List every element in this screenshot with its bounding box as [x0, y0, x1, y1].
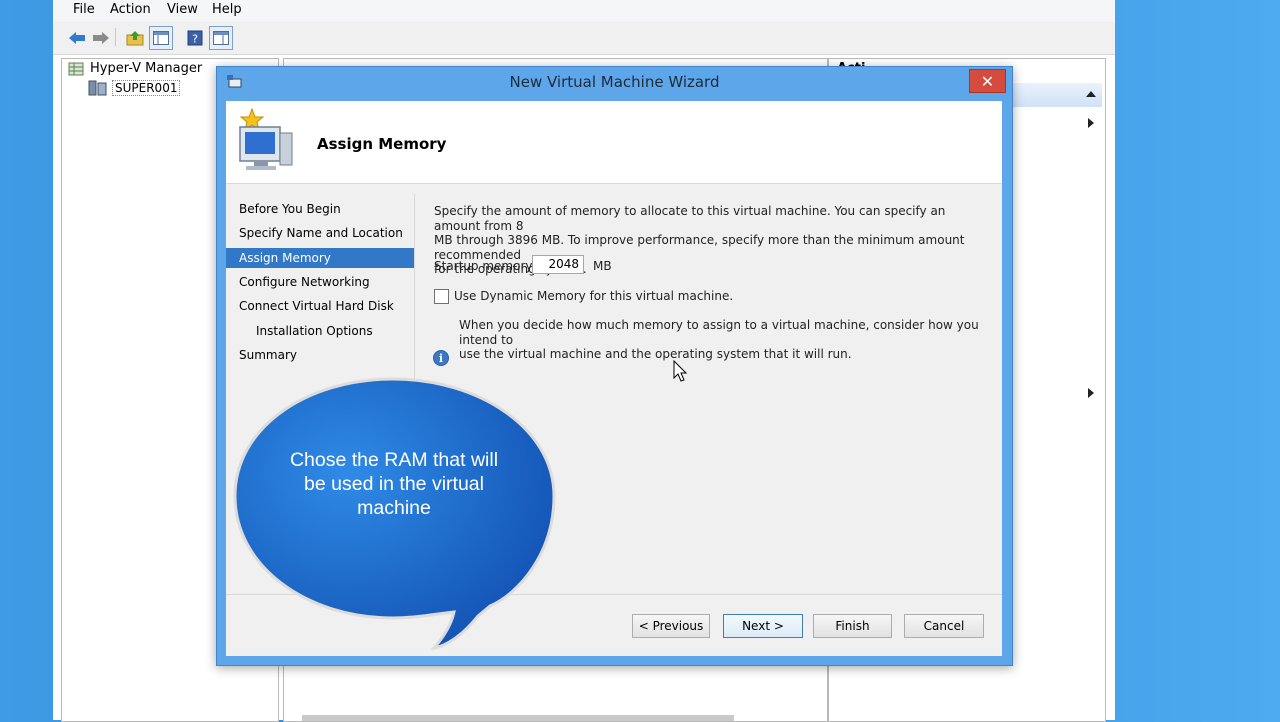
- step-connect-virtual-hard-disk[interactable]: Connect Virtual Hard Disk: [226, 296, 414, 316]
- help-button[interactable]: ?: [183, 26, 207, 50]
- startup-memory-label: Startup memory:: [434, 259, 536, 273]
- tree-server-item[interactable]: SUPER001: [88, 80, 181, 96]
- callout-line: Chose the RAM that will: [289, 449, 499, 471]
- tree-root-label: Hyper-V Manager: [90, 61, 203, 76]
- menu-action[interactable]: Action: [110, 2, 151, 17]
- startup-memory-input[interactable]: 2048: [532, 255, 584, 274]
- up-folder-icon: [126, 31, 144, 46]
- finish-button[interactable]: Finish: [813, 614, 892, 638]
- close-icon: ✕: [980, 71, 995, 91]
- step-specify-name-location[interactable]: Specify Name and Location: [226, 223, 414, 243]
- step-before-you-begin[interactable]: Before You Begin: [226, 199, 414, 219]
- callout-text: Chose the RAM that will be used in the v…: [272, 448, 516, 520]
- step-summary[interactable]: Summary: [226, 345, 414, 365]
- callout-line: be used in the virtual: [304, 473, 484, 495]
- description-line: Specify the amount of memory to allocate…: [434, 204, 946, 233]
- hyperv-manager-icon: [68, 62, 84, 75]
- wizard-title: New Virtual Machine Wizard: [509, 73, 720, 91]
- toolbar: ?: [53, 22, 1115, 55]
- close-button[interactable]: ✕: [969, 69, 1006, 93]
- previous-button[interactable]: < Previous: [632, 614, 710, 638]
- next-button[interactable]: Next >: [723, 614, 803, 638]
- submenu-arrow-icon[interactable]: [1088, 118, 1094, 128]
- step-configure-networking[interactable]: Configure Networking: [226, 272, 414, 292]
- cancel-button[interactable]: Cancel: [904, 614, 984, 638]
- startup-memory-unit: MB: [593, 259, 612, 273]
- mouse-cursor-icon: [673, 360, 688, 382]
- page-title: Assign Memory: [317, 135, 447, 153]
- step-installation-options[interactable]: Installation Options: [226, 321, 414, 341]
- action-pane-icon: [213, 31, 229, 45]
- info-line: When you decide how much memory to assig…: [459, 318, 979, 347]
- dynamic-memory-label[interactable]: Use Dynamic Memory for this virtual mach…: [454, 289, 733, 304]
- forward-arrow-icon: [93, 32, 109, 44]
- submenu-arrow-icon[interactable]: [1088, 388, 1094, 398]
- show-hide-tree-button[interactable]: [149, 26, 173, 50]
- dynamic-memory-checkbox[interactable]: [434, 289, 449, 304]
- description-line: MB through 3896 MB. To improve performan…: [434, 233, 965, 262]
- info-line: use the virtual machine and the operatin…: [459, 347, 852, 361]
- info-text: When you decide how much memory to assig…: [459, 318, 989, 362]
- step-assign-memory[interactable]: Assign Memory: [226, 248, 414, 268]
- tree-root-item[interactable]: Hyper-V Manager: [68, 61, 202, 76]
- back-button[interactable]: [65, 26, 89, 50]
- forward-button[interactable]: [89, 26, 113, 50]
- menu-view[interactable]: View: [167, 2, 198, 17]
- info-icon: i: [433, 350, 449, 366]
- toolbar-separator: [115, 28, 116, 46]
- help-icon: ?: [187, 30, 203, 46]
- svg-text:?: ?: [192, 33, 198, 46]
- callout-line: machine: [357, 497, 431, 519]
- collapse-up-icon: [1086, 91, 1096, 97]
- horizontal-scrollbar[interactable]: [302, 715, 734, 721]
- menu-file[interactable]: File: [73, 2, 95, 17]
- show-hide-action-pane-button[interactable]: [209, 26, 233, 50]
- tree-server-label: SUPER001: [112, 80, 181, 96]
- menu-help[interactable]: Help: [212, 2, 242, 17]
- server-icon: [88, 80, 107, 96]
- virtual-machine-icon: [239, 107, 293, 170]
- console-tree-icon: [153, 31, 169, 45]
- menu-bar: File Action View Help: [53, 0, 1115, 22]
- back-arrow-icon: [69, 32, 85, 44]
- up-folder-button[interactable]: [123, 26, 147, 50]
- wizard-header: Assign Memory: [226, 101, 1002, 184]
